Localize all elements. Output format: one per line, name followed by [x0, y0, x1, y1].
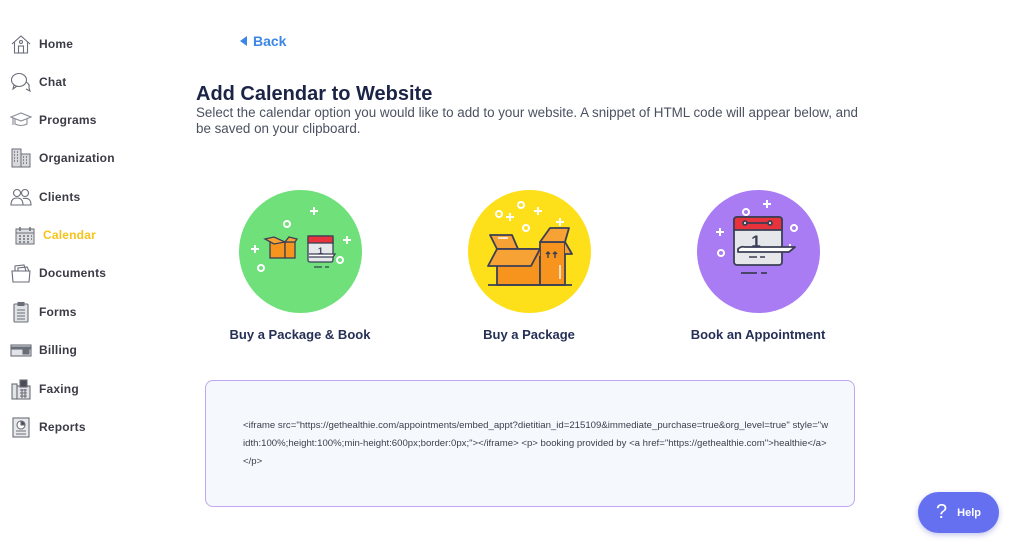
code-snippet-box[interactable]: <iframe src="https://gethealthie.com/app… [205, 380, 855, 507]
fax-icon [10, 378, 32, 400]
sidebar-item-billing[interactable]: Billing [10, 337, 77, 363]
sidebar-item-label: Organization [39, 151, 115, 165]
back-label: Back [253, 33, 287, 49]
report-icon [10, 416, 32, 438]
sidebar-item-label: Billing [39, 343, 78, 357]
sidebar-item-documents[interactable]: Documents [10, 260, 106, 286]
open-box-icon [467, 190, 591, 313]
svg-text:1: 1 [751, 232, 760, 251]
folder-icon [10, 262, 32, 284]
option-buy-package-and-book[interactable]: 1 Buy a Package & Book [200, 190, 400, 342]
sidebar-item-label: Reports [39, 420, 86, 434]
back-button[interactable]: Back [240, 33, 286, 49]
sidebar-item-label: Forms [39, 305, 77, 319]
sidebar-item-home[interactable]: Home [10, 31, 73, 57]
sidebar-item-label: Home [39, 37, 74, 51]
svg-text:1: 1 [317, 246, 322, 256]
help-button[interactable]: ? Help [918, 492, 999, 533]
question-mark-icon: ? [936, 501, 948, 523]
sidebar-item-label: Clients [39, 190, 81, 204]
sidebar-item-calendar[interactable]: Calendar [10, 222, 96, 248]
building-icon [10, 147, 32, 169]
sidebar-item-organization[interactable]: Organization [10, 145, 115, 171]
chat-icon [10, 71, 32, 93]
option-label: Buy a Package & Book [229, 327, 371, 342]
option-label: Buy a Package [483, 327, 575, 342]
sidebar-item-clients[interactable]: Clients [10, 184, 80, 210]
calendar-page-icon: 1 [696, 190, 820, 313]
sidebar-item-label: Chat [39, 75, 67, 89]
page-description: Select the calendar option you would lik… [196, 105, 858, 136]
sidebar-item-reports[interactable]: Reports [10, 414, 86, 440]
box-and-calendar-icon: 1 [238, 190, 362, 313]
sidebar-item-label: Faxing [39, 382, 79, 396]
sidebar-item-chat[interactable]: Chat [10, 69, 66, 95]
sidebar-item-label: Documents [39, 266, 107, 280]
code-snippet-text[interactable]: <iframe src="https://gethealthie.com/app… [243, 417, 830, 471]
sidebar-item-faxing[interactable]: Faxing [10, 376, 79, 402]
back-arrow-icon [240, 36, 247, 46]
option-book-appointment[interactable]: 1 Book an Appointment [658, 190, 858, 342]
help-label: Help [957, 506, 981, 519]
page-title: Add Calendar to Website [196, 83, 433, 105]
sidebar-item-label: Programs [39, 113, 97, 127]
graduation-cap-icon [10, 109, 32, 131]
home-icon [10, 33, 32, 55]
clipboard-icon [10, 301, 32, 323]
option-buy-package[interactable]: Buy a Package [429, 190, 629, 342]
option-label: Book an Appointment [690, 327, 826, 342]
users-icon [10, 186, 32, 208]
sidebar-item-label: Calendar [43, 228, 96, 242]
sidebar-item-programs[interactable]: Programs [10, 107, 97, 133]
credit-card-icon [10, 339, 32, 361]
calendar-icon [14, 224, 36, 246]
sidebar: Home Chat Programs Organization Clients … [0, 0, 180, 556]
sidebar-item-forms[interactable]: Forms [10, 299, 77, 325]
